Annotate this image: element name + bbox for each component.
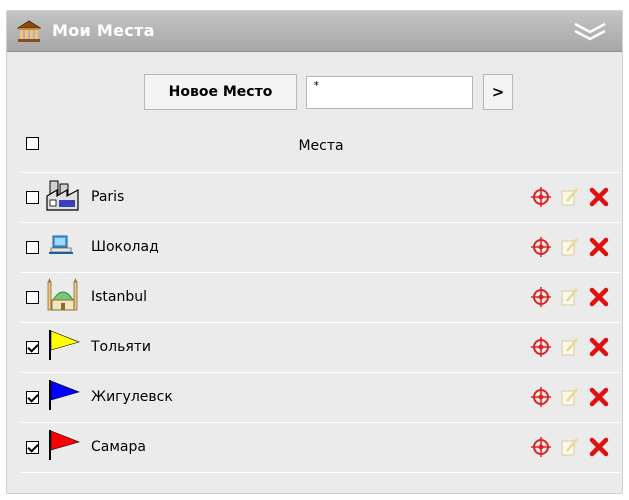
delete-icon[interactable]	[589, 437, 609, 457]
row-checkbox[interactable]	[26, 241, 39, 254]
edit-icon[interactable]	[559, 437, 579, 457]
locate-icon[interactable]	[531, 187, 551, 207]
table-header: Места	[21, 122, 621, 173]
delete-icon[interactable]	[589, 387, 609, 407]
delete-icon[interactable]	[589, 237, 609, 257]
delete-icon[interactable]	[589, 187, 609, 207]
search-input[interactable]: *	[306, 76, 473, 109]
place-row-zhigulevsk: Жигулевск	[21, 373, 621, 423]
locate-icon[interactable]	[531, 387, 551, 407]
delete-icon[interactable]	[589, 337, 609, 357]
place-row-istanbul: Istanbul	[21, 273, 621, 323]
mosque-icon	[47, 278, 78, 311]
locate-icon[interactable]	[531, 337, 551, 357]
locate-icon[interactable]	[531, 287, 551, 307]
new-place-button[interactable]: Новое Место	[144, 74, 297, 110]
place-label: Самара	[91, 439, 146, 455]
place-label: Тольяти	[91, 339, 151, 355]
place-label: Paris	[91, 189, 125, 205]
red-flag-icon	[49, 430, 80, 460]
locate-icon[interactable]	[531, 237, 551, 257]
building-icon	[17, 20, 41, 42]
edit-icon[interactable]	[559, 387, 579, 407]
locate-icon[interactable]	[531, 437, 551, 457]
place-row-paris: Paris	[21, 173, 621, 223]
go-button[interactable]: >	[483, 74, 513, 110]
place-label: Жигулевск	[91, 389, 173, 405]
place-row-tolyatti: Тольяти	[21, 323, 621, 373]
edit-icon[interactable]	[559, 337, 579, 357]
edit-icon[interactable]	[559, 187, 579, 207]
row-checkbox[interactable]	[26, 391, 39, 404]
yellow-flag-icon	[49, 330, 80, 360]
place-label: Istanbul	[91, 289, 148, 305]
factory-icon	[46, 180, 79, 211]
double-chevron-down-icon[interactable]	[572, 19, 608, 43]
row-checkbox[interactable]	[26, 441, 39, 454]
edit-icon[interactable]	[559, 287, 579, 307]
place-row-chocolate: Шоколад	[21, 223, 621, 273]
places-column-header: Места	[298, 138, 344, 154]
delete-icon[interactable]	[589, 287, 609, 307]
row-checkbox[interactable]	[26, 341, 39, 354]
place-row-samara: Самара	[21, 423, 621, 473]
row-checkbox[interactable]	[26, 291, 39, 304]
blue-flag-icon	[49, 380, 80, 410]
my-places-panel: Мои Места Новое Место * > Места Paris Шо…	[6, 10, 623, 494]
panel-title: Мои Места	[52, 21, 155, 40]
edit-icon[interactable]	[559, 237, 579, 257]
place-label: Шоколад	[91, 239, 159, 255]
row-checkbox[interactable]	[26, 191, 39, 204]
panel-titlebar: Мои Места	[7, 11, 622, 52]
computer-icon	[49, 235, 73, 254]
